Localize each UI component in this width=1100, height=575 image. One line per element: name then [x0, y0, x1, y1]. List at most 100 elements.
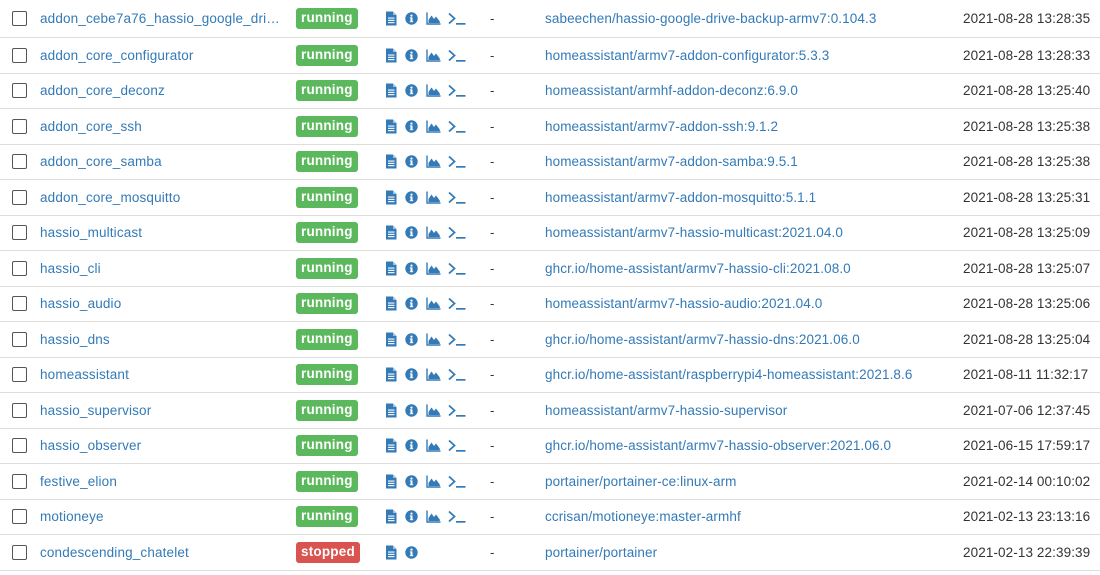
- image-link[interactable]: homeassistant/armv7-addon-ssh:9.1.2: [545, 119, 778, 134]
- container-name-link[interactable]: homeassistant: [40, 367, 129, 382]
- logs-icon[interactable]: [383, 189, 398, 205]
- info-circle-icon[interactable]: [405, 473, 418, 489]
- terminal-icon[interactable]: [448, 47, 466, 63]
- row-select-checkbox[interactable]: [12, 118, 27, 134]
- container-name-link[interactable]: addon_core_ssh: [40, 119, 142, 134]
- terminal-icon[interactable]: [448, 438, 466, 454]
- image-link[interactable]: homeassistant/armv7-addon-samba:9.5.1: [545, 154, 798, 169]
- info-circle-icon[interactable]: [405, 83, 418, 99]
- info-circle-icon[interactable]: [405, 367, 418, 383]
- logs-icon[interactable]: [383, 402, 398, 418]
- container-name-link[interactable]: hassio_cli: [40, 261, 101, 276]
- info-circle-icon[interactable]: [405, 260, 418, 276]
- container-name-link[interactable]: addon_core_configurator: [40, 48, 194, 63]
- info-circle-icon[interactable]: [405, 47, 418, 63]
- container-name-link[interactable]: addon_core_mosquitto: [40, 190, 180, 205]
- terminal-icon[interactable]: [448, 260, 466, 276]
- terminal-icon[interactable]: [448, 509, 466, 525]
- terminal-icon[interactable]: [448, 296, 466, 312]
- area-chart-icon[interactable]: [426, 11, 441, 27]
- container-name-link[interactable]: addon_core_samba: [40, 154, 162, 169]
- row-select-checkbox[interactable]: [12, 11, 27, 26]
- image-link[interactable]: ghcr.io/home-assistant/armv7-hassio-dns:…: [545, 332, 860, 347]
- info-circle-icon[interactable]: [405, 118, 418, 134]
- row-select-checkbox[interactable]: [12, 402, 27, 418]
- logs-icon[interactable]: [383, 225, 398, 241]
- logs-icon[interactable]: [383, 118, 398, 134]
- row-select-checkbox[interactable]: [12, 331, 27, 347]
- row-select-checkbox[interactable]: [12, 47, 27, 63]
- image-link[interactable]: sabeechen/hassio-google-drive-backup-arm…: [545, 11, 876, 26]
- area-chart-icon[interactable]: [426, 47, 441, 63]
- info-circle-icon[interactable]: [405, 402, 418, 418]
- terminal-icon[interactable]: [448, 473, 466, 489]
- container-name-link[interactable]: hassio_supervisor: [40, 403, 151, 418]
- container-name-link[interactable]: addon_cebe7a76_hassio_google_drive_backu…: [40, 11, 282, 26]
- area-chart-icon[interactable]: [426, 225, 441, 241]
- logs-icon[interactable]: [383, 154, 398, 170]
- area-chart-icon[interactable]: [426, 296, 441, 312]
- logs-icon[interactable]: [383, 11, 398, 27]
- area-chart-icon[interactable]: [426, 438, 441, 454]
- container-name-link[interactable]: hassio_audio: [40, 296, 121, 311]
- row-select-checkbox[interactable]: [12, 225, 27, 241]
- terminal-icon[interactable]: [448, 83, 466, 99]
- logs-icon[interactable]: [383, 47, 398, 63]
- row-select-checkbox[interactable]: [12, 296, 27, 312]
- area-chart-icon[interactable]: [426, 473, 441, 489]
- image-link[interactable]: homeassistant/armv7-hassio-multicast:202…: [545, 225, 843, 240]
- logs-icon[interactable]: [383, 509, 398, 525]
- info-circle-icon[interactable]: [405, 331, 418, 347]
- terminal-icon[interactable]: [448, 225, 466, 241]
- image-link[interactable]: homeassistant/armv7-addon-configurator:5…: [545, 48, 829, 63]
- terminal-icon[interactable]: [448, 118, 466, 134]
- info-circle-icon[interactable]: [405, 225, 418, 241]
- image-link[interactable]: homeassistant/armv7-hassio-supervisor: [545, 403, 787, 418]
- container-name-link[interactable]: motioneye: [40, 509, 104, 524]
- area-chart-icon[interactable]: [426, 509, 441, 525]
- row-select-checkbox[interactable]: [12, 509, 27, 525]
- terminal-icon[interactable]: [448, 367, 466, 383]
- image-link[interactable]: ccrisan/motioneye:master-armhf: [545, 509, 741, 524]
- image-link[interactable]: portainer/portainer-ce:linux-arm: [545, 474, 737, 489]
- row-select-checkbox[interactable]: [12, 438, 27, 454]
- container-name-link[interactable]: hassio_observer: [40, 438, 141, 453]
- terminal-icon[interactable]: [448, 11, 466, 27]
- logs-icon[interactable]: [383, 83, 398, 99]
- area-chart-icon[interactable]: [426, 83, 441, 99]
- area-chart-icon[interactable]: [426, 154, 441, 170]
- logs-icon[interactable]: [383, 473, 398, 489]
- info-circle-icon[interactable]: [405, 509, 418, 525]
- container-name-link[interactable]: condescending_chatelet: [40, 545, 189, 560]
- terminal-icon[interactable]: [448, 331, 466, 347]
- area-chart-icon[interactable]: [426, 367, 441, 383]
- info-circle-icon[interactable]: [405, 189, 418, 205]
- info-circle-icon[interactable]: [405, 11, 418, 27]
- area-chart-icon[interactable]: [426, 331, 441, 347]
- area-chart-icon[interactable]: [426, 118, 441, 134]
- image-link[interactable]: portainer/portainer: [545, 545, 657, 560]
- logs-icon[interactable]: [383, 296, 398, 312]
- logs-icon[interactable]: [383, 367, 398, 383]
- row-select-checkbox[interactable]: [12, 544, 27, 560]
- image-link[interactable]: homeassistant/armv7-addon-mosquitto:5.1.…: [545, 190, 816, 205]
- info-circle-icon[interactable]: [405, 296, 418, 312]
- area-chart-icon[interactable]: [426, 189, 441, 205]
- image-link[interactable]: ghcr.io/home-assistant/raspberrypi4-home…: [545, 367, 913, 382]
- info-circle-icon[interactable]: [405, 544, 418, 560]
- container-name-link[interactable]: addon_core_deconz: [40, 83, 165, 98]
- image-link[interactable]: homeassistant/armv7-hassio-audio:2021.04…: [545, 296, 822, 311]
- area-chart-icon[interactable]: [426, 260, 441, 276]
- info-circle-icon[interactable]: [405, 438, 418, 454]
- logs-icon[interactable]: [383, 260, 398, 276]
- row-select-checkbox[interactable]: [12, 189, 27, 205]
- logs-icon[interactable]: [383, 331, 398, 347]
- area-chart-icon[interactable]: [426, 402, 441, 418]
- row-select-checkbox[interactable]: [12, 154, 27, 170]
- image-link[interactable]: homeassistant/armhf-addon-deconz:6.9.0: [545, 83, 798, 98]
- info-circle-icon[interactable]: [405, 154, 418, 170]
- row-select-checkbox[interactable]: [12, 367, 27, 383]
- logs-icon[interactable]: [383, 544, 398, 560]
- row-select-checkbox[interactable]: [12, 473, 27, 489]
- container-name-link[interactable]: hassio_dns: [40, 332, 110, 347]
